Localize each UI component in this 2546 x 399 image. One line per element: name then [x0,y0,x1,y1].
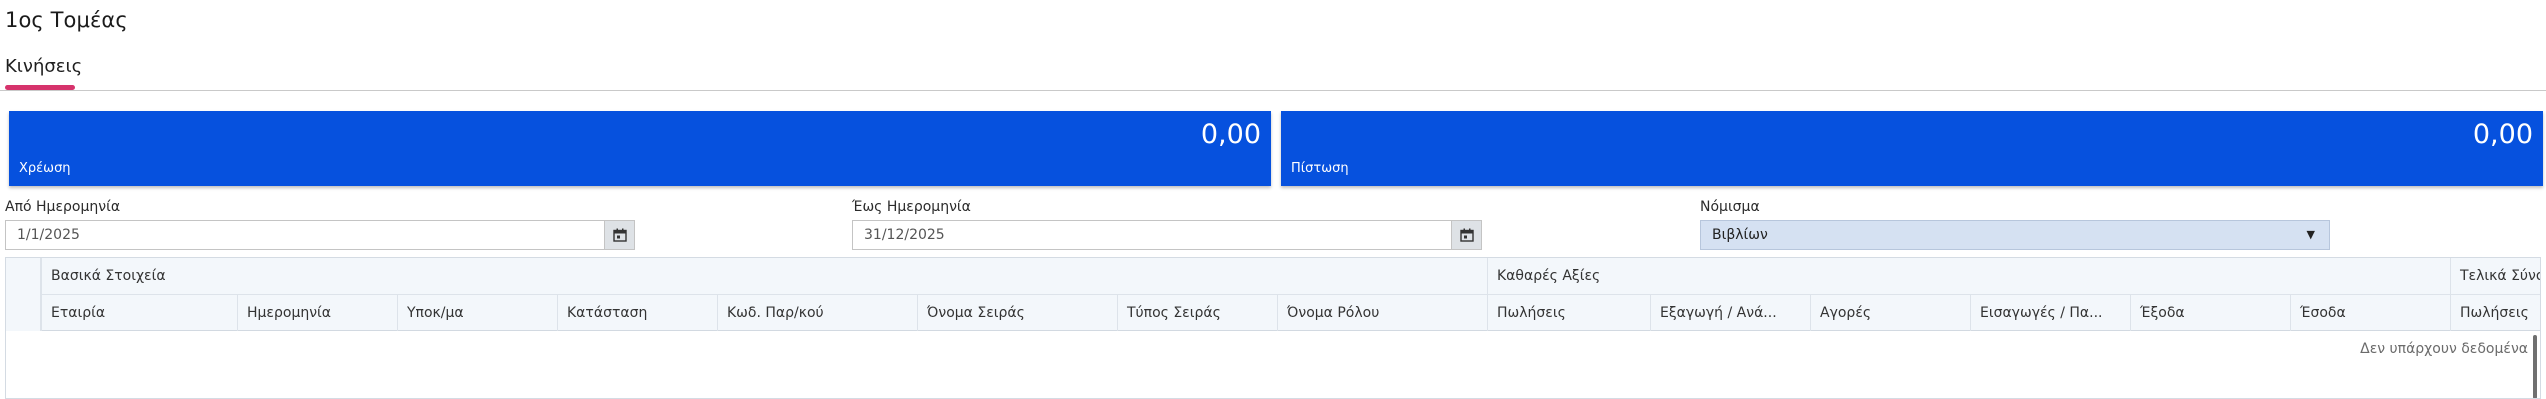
tab-bar: Κινήσεις [0,54,2546,91]
currency-filter: Νόμισμα Βιβλίων ▼ [1700,199,2330,250]
active-tab-indicator [5,85,75,90]
column-header-row: Εταιρία Ημερομηνία Υποκ/μα Κατάσταση Κωδ… [6,295,2540,331]
caret-down-icon: ▼ [2306,228,2315,241]
column-header-role-name[interactable]: Όνομα Ρόλου [1277,295,1487,331]
column-header-status[interactable]: Κατάσταση [557,295,717,331]
to-date-filter: Έως Ημερομηνία [852,199,1482,250]
group-basic-info: Βασικά Στοιχεία [41,258,1487,295]
from-date-label: Από Ημερομηνία [5,199,121,215]
calendar-icon [612,228,627,242]
column-header-company[interactable]: Εταιρία [41,295,237,331]
currency-value: Βιβλίων [1712,227,1768,243]
to-date-label: Έως Ημερομηνία [852,199,971,215]
from-date-input[interactable] [6,221,634,249]
from-date-filter: Από Ημερομηνία [5,199,635,250]
credit-label: Πίστωση [1291,161,1349,176]
group-final-totals: Τελικά Σύνολα [2450,258,2540,295]
debit-label: Χρέωση [19,161,71,176]
column-header-sales[interactable]: Πωλήσεις [1487,295,1650,331]
column-group-band: Βασικά Στοιχεία Καθαρές Αξίες Τελικά Σύν… [6,258,2540,295]
currency-select[interactable]: Βιβλίων ▼ [1700,220,2330,250]
column-header-date[interactable]: Ημερομηνία [237,295,397,331]
row-selector-column [6,258,41,331]
credit-summary-card: 0,00 Πίστωση [1281,111,2543,186]
column-header-branch[interactable]: Υποκ/μα [397,295,557,331]
empty-message: Δεν υπάρχουν δεδομένα [2360,341,2528,357]
to-date-field [852,220,1482,250]
calendar-button[interactable] [604,221,634,249]
column-header-revenue[interactable]: Έσοδα [2290,295,2450,331]
column-header-document-code[interactable]: Κωδ. Παρ/κού [717,295,917,331]
column-header-total-sales[interactable]: Πωλήσεις [2450,295,2540,331]
page-title: 1ος Τομέας [5,8,128,32]
debit-summary-card: 0,00 Χρέωση [9,111,1271,186]
debit-value: 0,00 [1200,119,1261,150]
column-header-series-name[interactable]: Όνομα Σειράς [917,295,1117,331]
column-header-series-type[interactable]: Τύπος Σειράς [1117,295,1277,331]
tab-movements[interactable]: Κινήσεις [5,56,82,77]
calendar-icon [1459,228,1474,242]
credit-value: 0,00 [2472,119,2533,150]
column-header-imports[interactable]: Εισαγωγές / Πα... [1970,295,2130,331]
group-net-values: Καθαρές Αξίες [1487,258,2450,295]
currency-label: Νόμισμα [1700,199,1760,215]
to-date-input[interactable] [853,221,1481,249]
vertical-scrollbar[interactable] [2533,335,2537,398]
from-date-field [5,220,635,250]
column-header-purchases[interactable]: Αγορές [1810,295,1970,331]
column-header-expenses[interactable]: Έξοδα [2130,295,2290,331]
calendar-button[interactable] [1451,221,1481,249]
movements-grid: Βασικά Στοιχεία Καθαρές Αξίες Τελικά Σύν… [5,257,2541,399]
column-header-exports[interactable]: Εξαγωγή / Ανά... [1650,295,1810,331]
